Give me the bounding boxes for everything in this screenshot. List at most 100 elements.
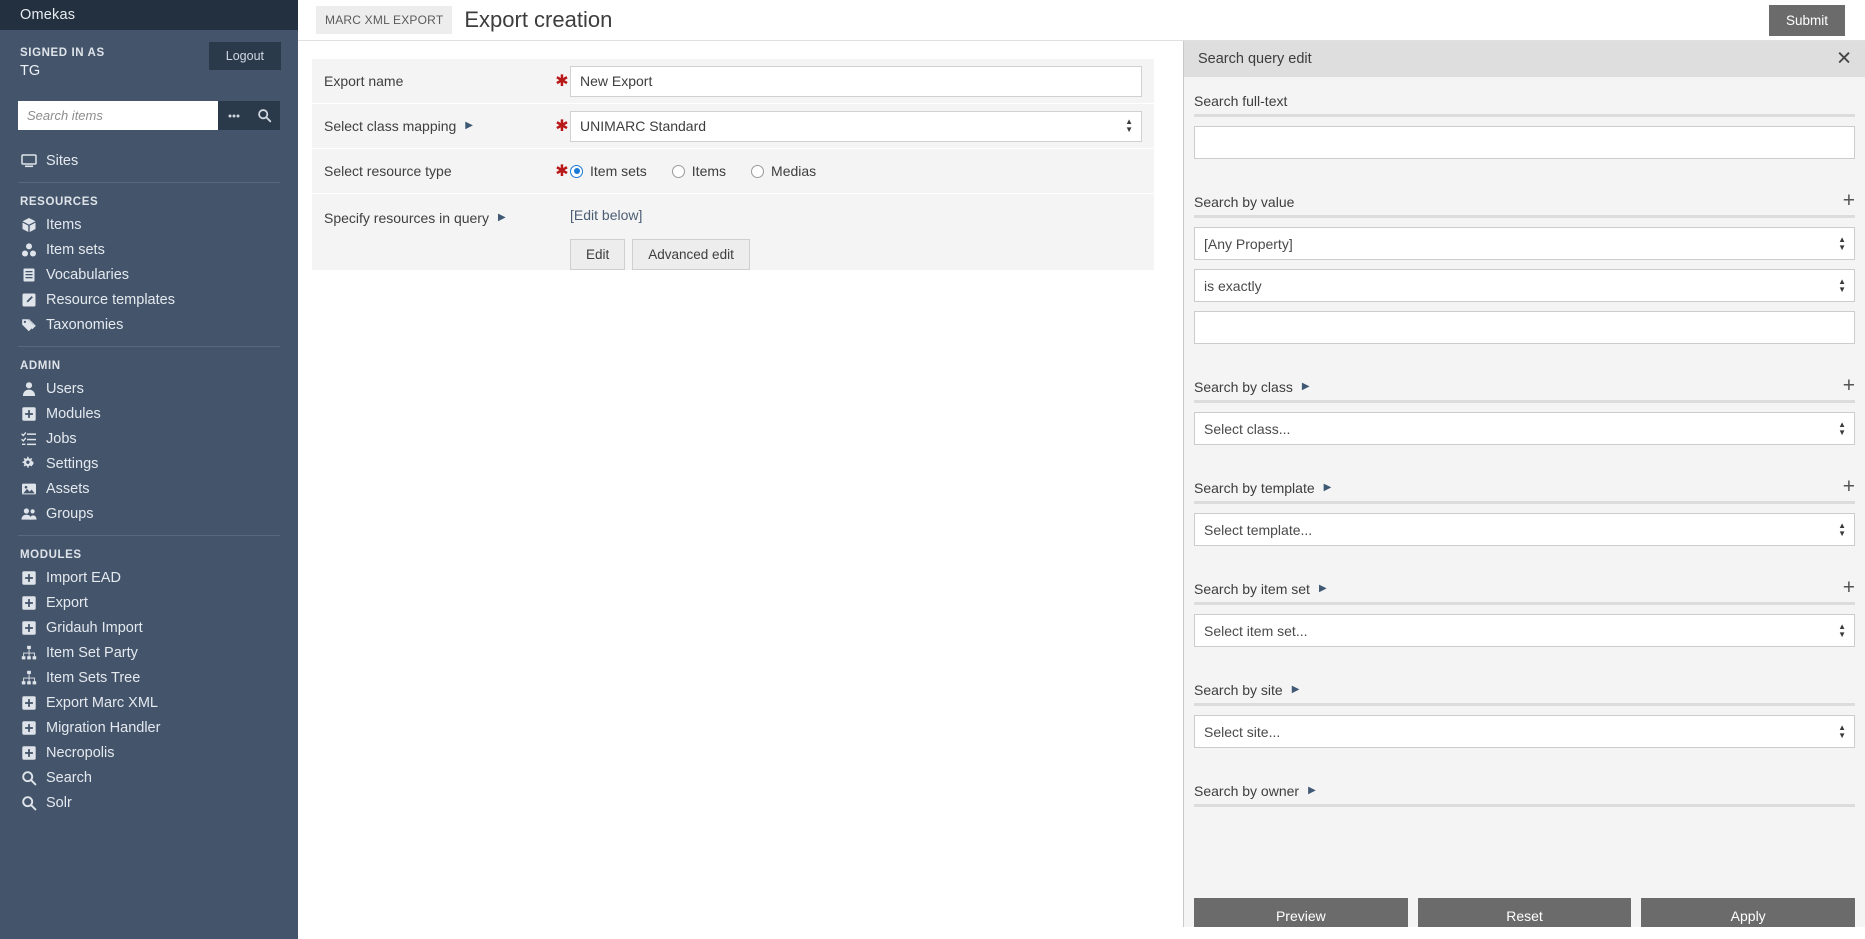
expand-caret-icon[interactable]: ▶ (1319, 584, 1327, 594)
sidebar-item-gridauh-import[interactable]: Gridauh Import (0, 615, 298, 640)
operator-select[interactable]: is exactly (1194, 269, 1855, 302)
breadcrumb[interactable]: MARC XML EXPORT (316, 6, 453, 34)
advanced-edit-button[interactable]: Advanced edit (632, 239, 750, 270)
export-name-input[interactable] (570, 65, 1142, 97)
edit-button[interactable]: Edit (570, 239, 626, 270)
sidebar-item-export[interactable]: Export (0, 590, 298, 615)
sidebar-item-search[interactable]: Search (0, 765, 298, 790)
property-select[interactable]: [Any Property] (1194, 227, 1855, 260)
search-by-item-set-select[interactable]: Select item set... (1194, 614, 1855, 647)
sidebar-item-item-sets-tree[interactable]: Item Sets Tree (0, 665, 298, 690)
sidebar-item-label: Necropolis (46, 744, 115, 761)
expand-caret-icon[interactable]: ▶ (1292, 685, 1300, 695)
submit-button[interactable]: Submit (1768, 5, 1845, 36)
expand-caret-icon[interactable]: ▶ (1324, 483, 1332, 493)
radio-option-items[interactable]: Items (671, 163, 726, 179)
section-search-by-site: Search by site ▶ Select site... ▲ ▼ (1184, 676, 1865, 774)
sidebar-item-export-marc-xml[interactable]: Export Marc XML (0, 690, 298, 715)
section-body-search-by-template: Select template... ▲ ▼ (1184, 513, 1865, 546)
form-row-class-mapping: Select class mapping ▶ ✱ UNIMARC Standar… (312, 104, 1154, 149)
sidebar-item-vocabularies[interactable]: Vocabularies (0, 262, 298, 287)
sidebar-item-label: Item Sets Tree (46, 669, 141, 686)
add-search-by-class-icon[interactable]: + (1843, 375, 1855, 396)
main-area: MARC XML EXPORT Export creation Submit E… (298, 0, 1865, 939)
sidebar-item-taxonomies[interactable]: Taxonomies (0, 312, 298, 337)
sidebar-item-migration-handler[interactable]: Migration Handler (0, 715, 298, 740)
query-button-row: Edit Advanced edit (570, 239, 1142, 270)
radio-label: Medias (771, 163, 817, 179)
sidebar-item-label: Settings (46, 455, 99, 472)
sidebar-item-import-ead[interactable]: Import EAD (0, 565, 298, 590)
add-search-by-item-set-icon[interactable]: + (1843, 577, 1855, 598)
form-row-resources-query: Specify resources in query ▶ [Edit below… (312, 194, 1154, 271)
plus-square-icon (20, 620, 37, 636)
sidebar-item-item-set-party[interactable]: Item Set Party (0, 640, 298, 665)
sidebar-item-label: Groups (46, 505, 94, 522)
sidebar-item-assets[interactable]: Assets (0, 476, 298, 501)
class-mapping-control: UNIMARC Standard ▲ ▼ (570, 110, 1148, 142)
sidebar-search-row (18, 101, 280, 130)
expand-caret-icon[interactable]: ▶ (1302, 382, 1310, 392)
section-title: Search by value (1194, 194, 1294, 210)
sidebar-item-label: Item sets (46, 241, 105, 258)
search-by-site-select[interactable]: Select site... (1194, 715, 1855, 748)
sidebar-item-label: Resource templates (46, 291, 175, 308)
expand-caret-icon[interactable]: ▶ (465, 121, 473, 131)
sidebar-item-users[interactable]: Users (0, 376, 298, 401)
sidebar-item-sites[interactable]: Sites (0, 148, 298, 173)
sidebar-item-solr[interactable]: Solr (0, 790, 298, 815)
expand-caret-icon[interactable]: ▶ (498, 213, 506, 223)
section-body-search-by-item-set: Select item set... ▲ ▼ (1184, 614, 1865, 647)
section-search-by-owner: Search by owner ▶ (1184, 777, 1865, 833)
sidebar-item-items[interactable]: Items (0, 212, 298, 237)
section-title-text: Search by value (1194, 194, 1295, 210)
signed-in-block: SIGNED IN AS TG Logout (0, 30, 298, 79)
search-input[interactable] (18, 101, 218, 130)
image-icon (20, 481, 37, 497)
search-by-class-select[interactable]: Select class... (1194, 412, 1855, 445)
expand-caret-icon[interactable]: ▶ (1308, 786, 1316, 796)
sidebar-item-groups[interactable]: Groups (0, 501, 298, 526)
sidebar-item-resource-templates[interactable]: Resource templates (0, 287, 298, 312)
sidebar-item-label: Gridauh Import (46, 619, 143, 636)
section-header-search-by-item-set: Search by item set ▶ + (1184, 575, 1865, 602)
search-by-template-select[interactable]: Select template... (1194, 513, 1855, 546)
ellipsis-icon[interactable] (218, 101, 249, 130)
section-title-text: Search by item set (1194, 581, 1310, 597)
radio-option-medias[interactable]: Medias (751, 163, 816, 179)
close-icon[interactable]: ✕ (1830, 48, 1858, 71)
operator-select-wrap: is exactly ▲ ▼ (1194, 269, 1855, 302)
users-icon (20, 506, 37, 522)
radio-option-item-sets[interactable]: Item sets (570, 163, 647, 179)
sidebar-nav: Sites RESOURCES Items Item sets Vocabularies… (0, 148, 298, 939)
sidebar-heading-admin: ADMIN (20, 360, 61, 372)
section-title-text: Search by template (1194, 480, 1315, 496)
sidebar-item-label: Items (46, 216, 82, 233)
sidebar-item-item-sets[interactable]: Item sets (0, 237, 298, 262)
class-mapping-label: Select class mapping ▶ (318, 118, 554, 134)
edit-below-text: [Edit below] (570, 207, 643, 223)
add-search-by-template-icon[interactable]: + (1843, 476, 1855, 497)
add-search-by-value-icon[interactable]: + (1843, 190, 1855, 211)
sidebar-item-settings[interactable]: Settings (0, 451, 298, 476)
search-query-panel-title: Search query edit (1198, 51, 1312, 67)
section-search-by-template: Search by template ▶ + Select template... ▲ ▼ (1184, 474, 1865, 572)
sidebar-item-modules[interactable]: Modules (0, 401, 298, 426)
class-mapping-select[interactable]: UNIMARC Standard (570, 110, 1142, 142)
search-icon[interactable] (249, 101, 280, 130)
class-mapping-label-text: Select class mapping (324, 118, 457, 134)
value-input[interactable] (1194, 311, 1855, 344)
bottom-strip (298, 927, 1865, 939)
fulltext-input[interactable] (1194, 126, 1855, 159)
cube-icon (20, 217, 37, 233)
sidebar-item-label: Taxonomies (46, 316, 124, 333)
sidebar-item-jobs[interactable]: Jobs (0, 426, 298, 451)
sidebar-item-necropolis[interactable]: Necropolis (0, 740, 298, 765)
logout-button[interactable]: Logout (208, 42, 281, 70)
search-by-site-select-wrap: Select site... ▲ ▼ (1194, 715, 1855, 748)
sidebar-item-label: Jobs (46, 430, 77, 447)
